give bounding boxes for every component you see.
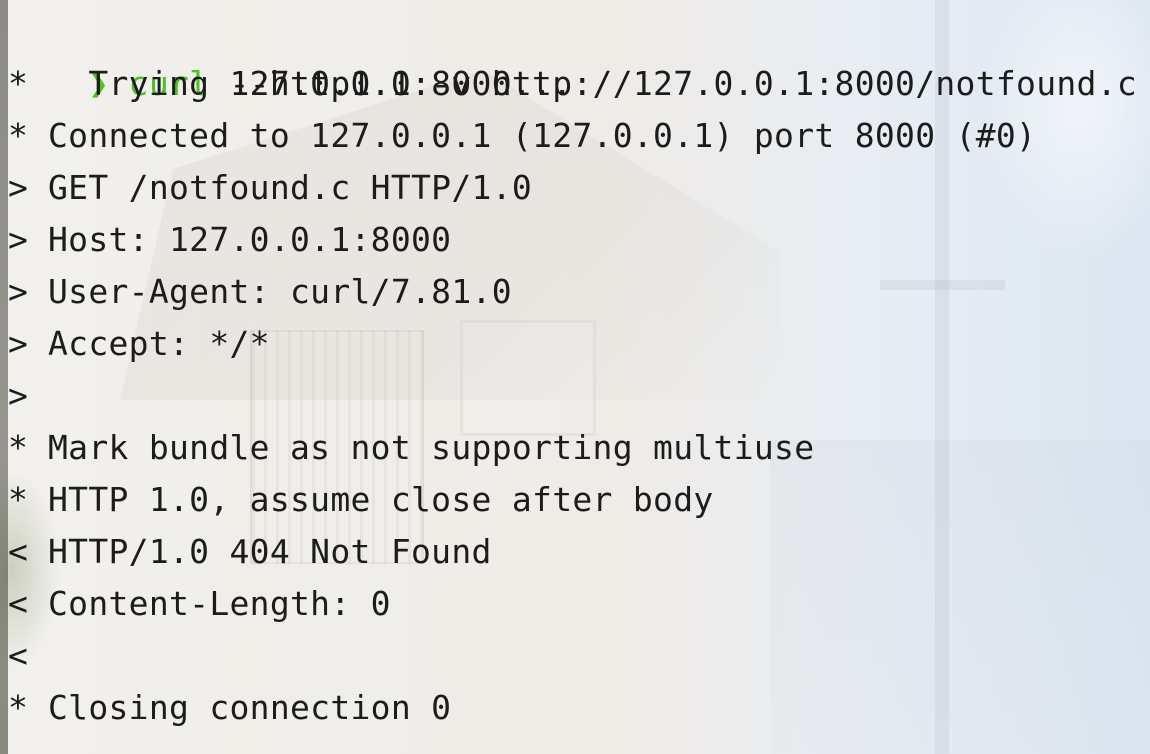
output-line-prefix: * <box>8 116 29 155</box>
output-line-prefix: * <box>8 428 29 467</box>
output-line-prefix: > <box>8 272 29 311</box>
output-line-text: Mark bundle as not supporting multiuse <box>48 428 815 467</box>
output-line-prefix: * <box>8 480 29 519</box>
output-line-prefix: > <box>8 324 29 363</box>
command-line: ❯ curl --http1.0 -v http://127.0.0.1:8000… <box>8 6 1137 103</box>
output-line: * Mark bundle as not supporting multiuse <box>8 422 814 474</box>
output-line-text: Content-Length: 0 <box>48 584 391 623</box>
output-line: > GET /notfound.c HTTP/1.0 <box>8 162 532 214</box>
output-line-text: User-Agent: curl/7.81.0 <box>48 272 512 311</box>
output-line: < HTTP/1.0 404 Not Found <box>8 526 492 578</box>
terminal-window[interactable]: ❯ curl --http1.0 -v http://127.0.0.1:8000… <box>0 0 1150 754</box>
output-line: * Trying 127.0.0.1:8000... <box>8 58 572 110</box>
output-line-prefix: > <box>8 220 29 259</box>
output-line-text: GET /notfound.c HTTP/1.0 <box>48 168 533 207</box>
output-line: > Accept: */* <box>8 318 270 370</box>
output-line: > Host: 127.0.0.1:8000 <box>8 214 451 266</box>
output-line: > <box>8 370 48 422</box>
output-line-prefix: < <box>8 584 29 623</box>
output-line-prefix: * <box>8 688 29 727</box>
output-line-prefix: * <box>8 64 29 103</box>
output-line-text: Trying 127.0.0.1:8000... <box>48 64 573 103</box>
output-line: * Connected to 127.0.0.1 (127.0.0.1) port… <box>8 110 1036 162</box>
output-line-prefix: > <box>8 168 29 207</box>
output-line-prefix: < <box>8 532 29 571</box>
output-line-prefix: < <box>8 636 29 675</box>
output-line: < <box>8 630 48 682</box>
output-line: * HTTP 1.0, assume close after body <box>8 474 714 526</box>
output-line-text: Connected to 127.0.0.1 (127.0.0.1) port … <box>48 116 1037 155</box>
output-line-text: HTTP/1.0 404 Not Found <box>48 532 492 571</box>
output-line-text: Accept: */* <box>48 324 270 363</box>
output-line-prefix: > <box>8 376 29 415</box>
output-line: > User-Agent: curl/7.81.0 <box>8 266 512 318</box>
output-line-text: Closing connection 0 <box>48 688 452 727</box>
output-line: < Content-Length: 0 <box>8 578 391 630</box>
output-line-text: HTTP 1.0, assume close after body <box>48 480 714 519</box>
output-line-text: Host: 127.0.0.1:8000 <box>48 220 452 259</box>
output-line: * Closing connection 0 <box>8 682 451 734</box>
